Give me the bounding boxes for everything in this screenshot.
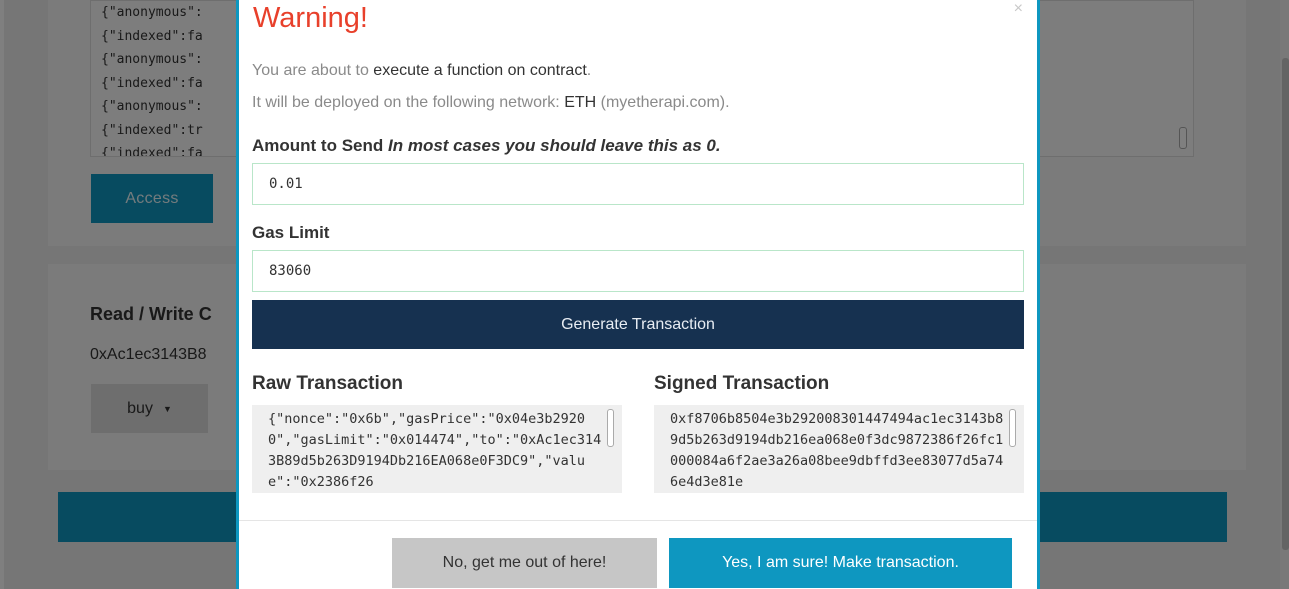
- raw-transaction-textarea[interactable]: {"nonce":"0x6b","gasPrice":"0x04e3b29200…: [252, 405, 622, 493]
- message-action: execute a function on contract: [373, 62, 587, 79]
- modal-message: You are about to execute a function on c…: [252, 62, 591, 80]
- network-message: It will be deployed on the following net…: [252, 94, 730, 112]
- raw-transaction-value: {"nonce":"0x6b","gasPrice":"0x04e3b29200…: [268, 411, 602, 490]
- amount-input[interactable]: 0.01: [252, 163, 1024, 205]
- modal-title: Warning!: [253, 2, 368, 34]
- cancel-button[interactable]: No, get me out of here!: [392, 538, 657, 588]
- network-prefix: It will be deployed on the following net…: [252, 94, 565, 111]
- warning-modal: Warning! × You are about to execute a fu…: [236, 0, 1040, 589]
- raw-scrollbar[interactable]: [607, 409, 614, 447]
- signed-scrollbar[interactable]: [1009, 409, 1016, 447]
- raw-transaction-label: Raw Transaction: [252, 373, 403, 394]
- modal-footer-divider: [239, 520, 1037, 521]
- signed-transaction-label: Signed Transaction: [654, 373, 830, 394]
- amount-label: Amount to Send In most cases you should …: [252, 136, 721, 156]
- message-prefix: You are about to: [252, 62, 374, 79]
- signed-transaction-textarea[interactable]: 0xf8706b8504e3b292008301447494ac1ec3143b…: [654, 405, 1024, 493]
- confirm-transaction-button[interactable]: Yes, I am sure! Make transaction.: [669, 538, 1012, 588]
- amount-label-text: Amount to Send: [252, 136, 384, 155]
- message-suffix: .: [586, 62, 592, 79]
- network-suffix: (myetherapi.com).: [596, 94, 730, 111]
- amount-hint: In most cases you should leave this as 0…: [388, 136, 721, 155]
- generate-transaction-button[interactable]: Generate Transaction: [252, 300, 1024, 349]
- gas-limit-label: Gas Limit: [252, 223, 330, 242]
- close-icon[interactable]: ×: [1014, 0, 1023, 18]
- signed-transaction-value: 0xf8706b8504e3b292008301447494ac1ec3143b…: [670, 411, 1004, 490]
- gas-limit-input[interactable]: 83060: [252, 250, 1024, 292]
- network-name: ETH: [564, 94, 597, 111]
